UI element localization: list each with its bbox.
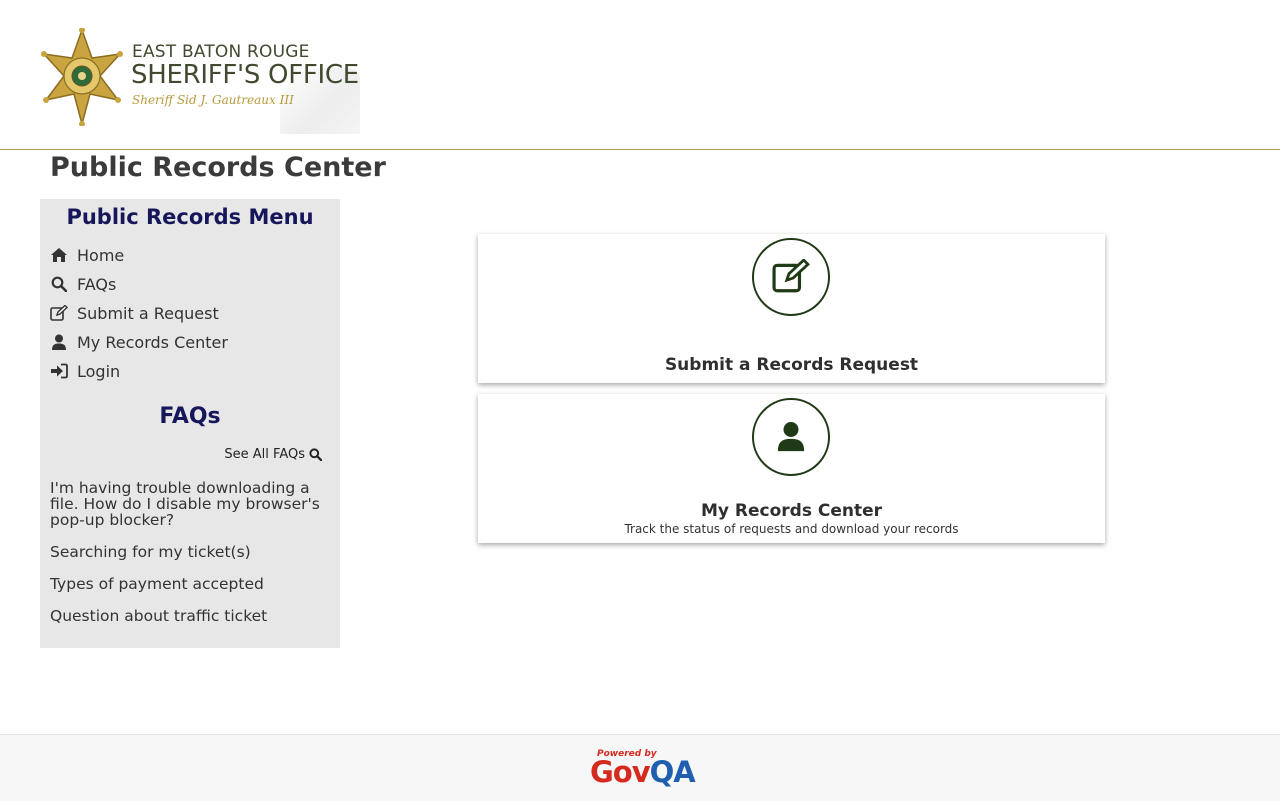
card-title: My Records Center — [700, 501, 883, 521]
sidebar-item-label: FAQs — [77, 274, 117, 294]
site-footer: Powered by GovQA — [0, 734, 1280, 801]
govqa-logo[interactable]: GovQA — [590, 755, 696, 789]
faq-link-payment-types[interactable]: Types of payment accepted — [50, 576, 335, 592]
sidebar-item-home[interactable]: Home — [50, 243, 124, 267]
sheriff-star-badge-icon — [41, 28, 123, 126]
faq-link-searching-ticket[interactable]: Searching for my ticket(s) — [50, 544, 335, 560]
sidebar-item-faqs[interactable]: FAQs — [50, 272, 116, 296]
govqa-qa-text: QA — [649, 755, 696, 789]
edit-icon — [772, 259, 810, 293]
home-icon — [50, 246, 68, 264]
edit-icon — [50, 304, 68, 322]
search-icon — [50, 275, 68, 293]
faq-link-popup-blocker[interactable]: I'm having trouble downloading a file. H… — [50, 480, 335, 528]
submit-records-request-card[interactable]: Submit a Records Request — [478, 234, 1105, 383]
card-subtitle: Track the status of requests and downloa… — [624, 522, 959, 536]
sign-in-icon — [50, 362, 68, 380]
logo-line-2: SHERIFF'S OFFICE — [131, 60, 359, 90]
search-icon — [309, 448, 322, 461]
sidebar-item-label: Home — [77, 245, 125, 265]
user-icon — [777, 422, 805, 452]
logo-line-3: Sheriff Sid J. Gautreaux III — [132, 93, 294, 107]
card-title: Submit a Records Request — [664, 355, 919, 375]
govqa-gov-text: Gov — [590, 755, 651, 789]
card-icon-circle — [752, 238, 830, 316]
my-records-center-card[interactable]: My Records Center Track the status of re… — [478, 394, 1105, 543]
user-icon — [50, 333, 68, 351]
menu-title: Public Records Menu — [66, 205, 314, 229]
sidebar: Public Records Menu Home FAQs Submit a R… — [40, 199, 340, 648]
sidebar-item-label: Submit a Request — [77, 303, 219, 323]
sidebar-item-label: My Records Center — [77, 332, 228, 352]
see-all-faqs-label: See All FAQs — [224, 447, 305, 462]
faqs-heading: FAQs — [159, 404, 221, 429]
sidebar-item-submit-request[interactable]: Submit a Request — [50, 301, 219, 325]
see-all-faqs-link[interactable]: See All FAQs — [224, 447, 322, 462]
card-icon-circle — [752, 398, 830, 476]
logo-line-1: EAST BATON ROUGE — [132, 42, 310, 62]
sheriff-office-logo[interactable]: EAST BATON ROUGE SHERIFF'S OFFICE Sherif… — [40, 28, 360, 134]
page-title: Public Records Center — [50, 152, 386, 183]
sidebar-item-my-records-center[interactable]: My Records Center — [50, 330, 228, 354]
faq-link-traffic-ticket[interactable]: Question about traffic ticket — [50, 608, 335, 624]
sidebar-item-login[interactable]: Login — [50, 359, 120, 383]
site-header: EAST BATON ROUGE SHERIFF'S OFFICE Sherif… — [0, 0, 1280, 150]
sidebar-item-label: Login — [77, 361, 121, 381]
